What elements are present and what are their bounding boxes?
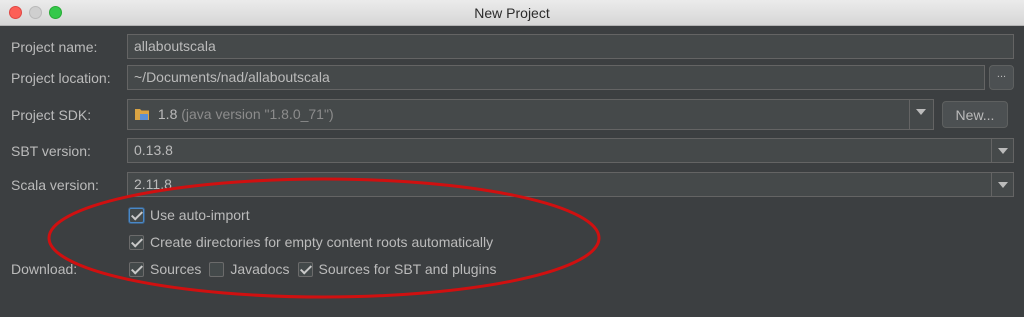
auto-import-option[interactable]: Use auto-import — [129, 206, 258, 224]
project-location-value: ~/Documents/nad/allaboutscala — [134, 69, 330, 85]
sbt-version-select[interactable]: 0.13.8 — [127, 138, 1014, 163]
project-name-label: Project name: — [11, 39, 98, 55]
scala-version-label: Scala version: — [11, 177, 99, 193]
project-sdk-label: Project SDK: — [11, 107, 92, 123]
javadocs-checkbox[interactable] — [209, 261, 225, 277]
sbt-version-label: SBT version: — [11, 143, 91, 159]
create-dirs-label: Create directories for empty content roo… — [150, 234, 494, 250]
download-label: Download: — [11, 261, 78, 277]
create-dirs-option[interactable]: Create directories for empty content roo… — [129, 233, 501, 251]
sdk-folder-icon — [134, 107, 150, 124]
sources-checkbox[interactable] — [129, 261, 144, 277]
browse-location-button[interactable]: ... — [989, 65, 1014, 90]
sdk-detail: (java version "1.8.0_71") — [181, 106, 334, 122]
javadocs-label: Javadocs — [230, 261, 290, 277]
project-location-label: Project location: — [11, 70, 111, 86]
project-location-input[interactable]: ~/Documents/nad/allaboutscala — [127, 65, 985, 90]
scala-version-value: 2.11.8 — [134, 176, 172, 192]
window-title: New Project — [474, 5, 550, 21]
download-options: Sources Javadocs Sources for SBT and plu… — [129, 260, 504, 278]
project-sdk-select[interactable]: 1.8 (java version "1.8.0_71") — [127, 99, 934, 130]
chevron-down-icon[interactable] — [991, 173, 1013, 196]
chevron-down-icon[interactable] — [909, 100, 933, 129]
sdk-version: 1.8 — [157, 106, 178, 122]
create-dirs-checkbox[interactable] — [129, 234, 144, 250]
title-bar: New Project — [0, 0, 1024, 26]
sbt-sources-checkbox[interactable] — [297, 261, 313, 277]
auto-import-checkbox[interactable] — [129, 207, 144, 223]
sources-label: Sources — [150, 261, 202, 277]
sbt-version-value: 0.13.8 — [134, 142, 173, 158]
chevron-down-icon[interactable] — [991, 139, 1013, 162]
project-name-input[interactable]: allaboutscala — [127, 34, 1014, 59]
project-name-value: allaboutscala — [134, 38, 216, 54]
scala-version-select[interactable]: 2.11.8 — [127, 172, 1014, 197]
new-sdk-button[interactable]: New... — [942, 101, 1008, 128]
sbt-sources-label: Sources for SBT and plugins — [318, 261, 497, 277]
auto-import-label: Use auto-import — [150, 207, 250, 223]
